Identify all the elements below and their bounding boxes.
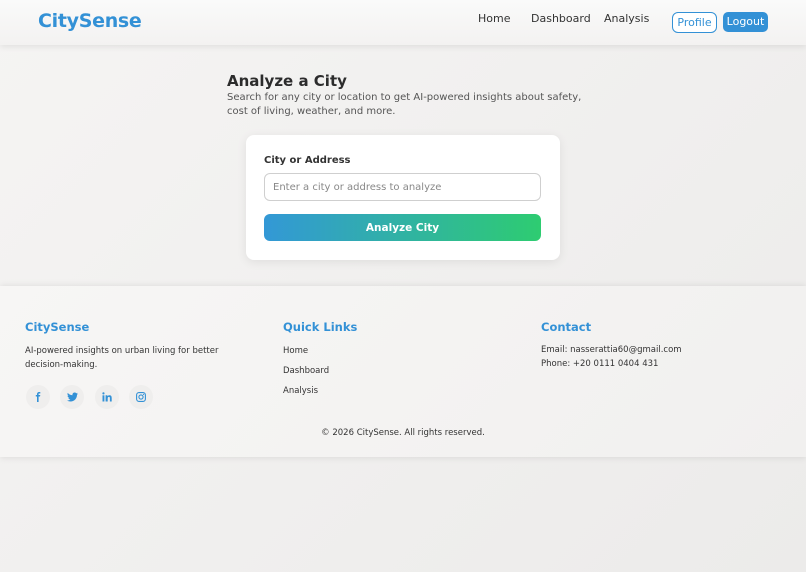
footer-link-dashboard[interactable]: Dashboard [283,366,329,376]
profile-button[interactable]: Profile [672,12,717,33]
brand-logo[interactable]: CitySense [38,10,142,32]
analyze-city-button[interactable]: Analyze City [264,214,541,241]
city-field-label: City or Address [264,155,351,166]
footer-brand: CitySense [25,320,90,334]
contact-heading: Contact [541,320,592,334]
copyright-text: © 2026 CitySense. All rights reserved. [321,428,485,438]
facebook-icon[interactable] [26,385,50,409]
twitter-icon[interactable] [60,385,84,409]
nav-link-dashboard[interactable]: Dashboard [531,12,591,25]
nav-link-home[interactable]: Home [478,12,510,25]
city-search-input[interactable] [264,173,541,201]
footer-link-home[interactable]: Home [283,346,308,356]
top-navbar: CitySense Home Dashboard Analysis Profil… [0,0,806,45]
contact-phone: Phone: +20 0111 0404 431 [541,359,659,369]
footer-link-analysis[interactable]: Analysis [283,386,318,396]
logout-button[interactable]: Logout [723,12,768,32]
analyze-card: City or Address Analyze City [246,135,560,260]
page-title: Analyze a City [227,72,347,90]
contact-email: Email: nasserattia60@gmail.com [541,345,682,355]
quick-links-heading: Quick Links [283,320,358,334]
nav-link-analysis[interactable]: Analysis [604,12,649,25]
page-subtitle: Search for any city or location to get A… [227,92,582,117]
linkedin-icon[interactable] [95,385,119,409]
instagram-icon[interactable] [129,385,153,409]
footer-tagline: AI-powered insights on urban living for … [25,346,219,370]
site-footer: CitySense AI-powered insights on urban l… [0,286,806,457]
